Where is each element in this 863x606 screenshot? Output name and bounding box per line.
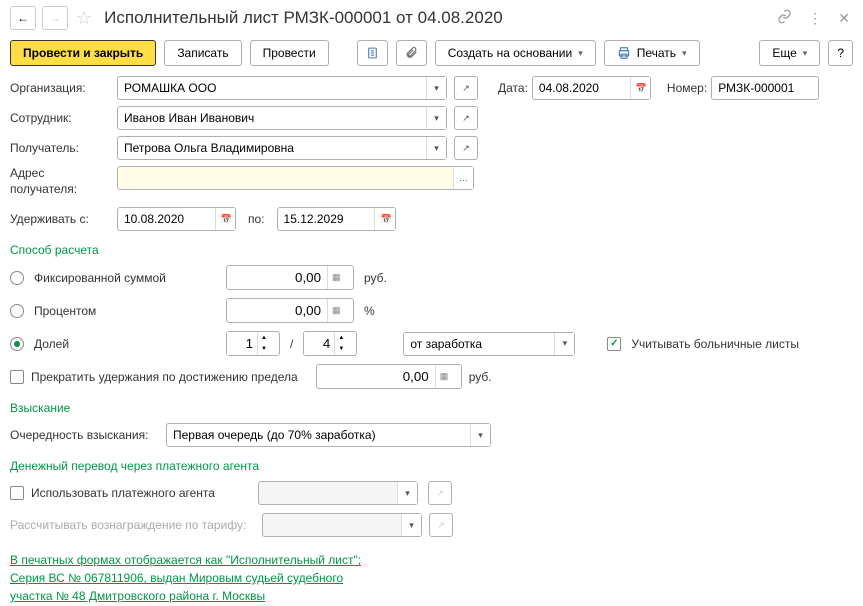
fraction-slash: / xyxy=(290,337,293,351)
document-icon-button[interactable] xyxy=(357,40,388,66)
fraction-numerator-input[interactable] xyxy=(227,332,257,355)
org-input[interactable] xyxy=(118,77,426,99)
recipient-addr-label: Адрес получателя: xyxy=(10,166,113,197)
employee-input[interactable] xyxy=(118,107,426,129)
calc-section-title: Способ расчета xyxy=(10,243,853,257)
tariff-label: Рассчитывать вознаграждение по тарифу: xyxy=(10,518,258,532)
save-button[interactable]: Записать xyxy=(164,40,241,66)
number-label: Номер: xyxy=(667,81,707,95)
link-icon[interactable] xyxy=(774,9,795,27)
open-external-icon: ↗ xyxy=(428,481,452,505)
print-info-link[interactable]: В печатных формах отображается как "Испо… xyxy=(10,551,370,605)
priority-input[interactable] xyxy=(167,424,470,446)
fraction-denominator-input[interactable] xyxy=(304,332,334,355)
dropdown-icon[interactable]: ▾ xyxy=(426,137,446,159)
submit-button[interactable]: Провести xyxy=(250,40,329,66)
recipient-label: Получатель: xyxy=(10,141,113,155)
calc-icon[interactable]: ▦ xyxy=(327,299,345,322)
calc-icon[interactable]: ▦ xyxy=(435,365,453,388)
use-agent-label: Использовать платежного агента xyxy=(31,486,251,500)
spin-up-icon[interactable]: ▲ xyxy=(258,332,270,343)
open-external-icon[interactable]: ↗ xyxy=(454,136,478,160)
fraction-base-input[interactable] xyxy=(404,333,554,355)
use-agent-checkbox[interactable] xyxy=(10,486,24,500)
agent-section-title: Денежный перевод через платежного агента xyxy=(10,459,853,473)
stop-limit-unit: руб. xyxy=(469,370,492,384)
close-icon[interactable]: ✕ xyxy=(835,10,853,27)
agent-input xyxy=(259,482,397,504)
fraction-radio[interactable] xyxy=(10,337,24,351)
employee-label: Сотрудник: xyxy=(10,111,113,125)
sick-leave-label: Учитывать больничные листы xyxy=(631,337,799,351)
priority-label: Очередность взыскания: xyxy=(10,428,162,442)
open-external-icon[interactable]: ↗ xyxy=(454,106,478,130)
fixed-radio[interactable] xyxy=(10,271,24,285)
open-external-icon: ↗ xyxy=(429,513,453,537)
spin-down-icon[interactable]: ▼ xyxy=(335,343,347,354)
stop-limit-input[interactable] xyxy=(317,365,435,388)
attachment-icon-button[interactable] xyxy=(396,40,427,66)
calendar-icon[interactable]: 📅 xyxy=(630,77,650,99)
recovery-section-title: Взыскание xyxy=(10,401,853,415)
ellipsis-icon[interactable]: … xyxy=(453,167,473,189)
spin-up-icon[interactable]: ▲ xyxy=(335,332,347,343)
help-button[interactable]: ? xyxy=(828,40,853,66)
fixed-amount-input[interactable] xyxy=(227,266,327,289)
menu-dots-icon[interactable]: ⋮ xyxy=(805,10,825,27)
to-label: по: xyxy=(248,212,265,226)
dropdown-icon[interactable]: ▾ xyxy=(470,424,490,446)
dropdown-icon[interactable]: ▾ xyxy=(426,107,446,129)
fixed-radio-label: Фиксированной суммой xyxy=(34,271,216,285)
favorite-star-icon[interactable]: ☆ xyxy=(74,8,94,29)
nav-forward-button[interactable]: → xyxy=(42,6,68,30)
page-title: Исполнительный лист РМЗК-000001 от 04.08… xyxy=(104,8,768,28)
percent-amount-input[interactable] xyxy=(227,299,327,322)
submit-close-button[interactable]: Провести и закрыть xyxy=(10,40,156,66)
percent-radio[interactable] xyxy=(10,304,24,318)
calc-icon[interactable]: ▦ xyxy=(327,266,345,289)
calendar-icon[interactable]: 📅 xyxy=(215,208,235,230)
more-button[interactable]: Еще xyxy=(759,40,820,66)
number-input[interactable] xyxy=(712,77,818,99)
dropdown-icon: ▾ xyxy=(401,514,421,536)
dropdown-icon[interactable]: ▾ xyxy=(426,77,446,99)
stop-limit-label: Прекратить удержания по достижению преде… xyxy=(31,370,298,384)
print-button[interactable]: Печать xyxy=(604,40,700,66)
recipient-input[interactable] xyxy=(118,137,426,159)
org-label: Организация: xyxy=(10,81,113,95)
date-input[interactable] xyxy=(533,77,630,99)
dropdown-icon[interactable]: ▾ xyxy=(554,333,574,355)
date-label: Дата: xyxy=(498,81,528,95)
sick-leave-checkbox[interactable] xyxy=(607,337,621,351)
percent-unit-label: % xyxy=(364,304,375,318)
dropdown-icon: ▾ xyxy=(397,482,417,504)
nav-back-button[interactable]: ← xyxy=(10,6,36,30)
spin-down-icon[interactable]: ▼ xyxy=(258,343,270,354)
stop-limit-checkbox[interactable] xyxy=(10,370,24,384)
withhold-from-input[interactable] xyxy=(118,208,215,230)
withhold-from-label: Удерживать с: xyxy=(10,212,113,226)
recipient-addr-input[interactable] xyxy=(118,167,453,189)
fraction-radio-label: Долей xyxy=(34,337,216,351)
fixed-unit-label: руб. xyxy=(364,271,387,285)
tariff-input xyxy=(263,514,401,536)
calendar-icon[interactable]: 📅 xyxy=(374,208,394,230)
create-based-button[interactable]: Создать на основании xyxy=(435,40,596,66)
withhold-to-input[interactable] xyxy=(278,208,375,230)
open-external-icon[interactable]: ↗ xyxy=(454,76,478,100)
percent-radio-label: Процентом xyxy=(34,304,216,318)
